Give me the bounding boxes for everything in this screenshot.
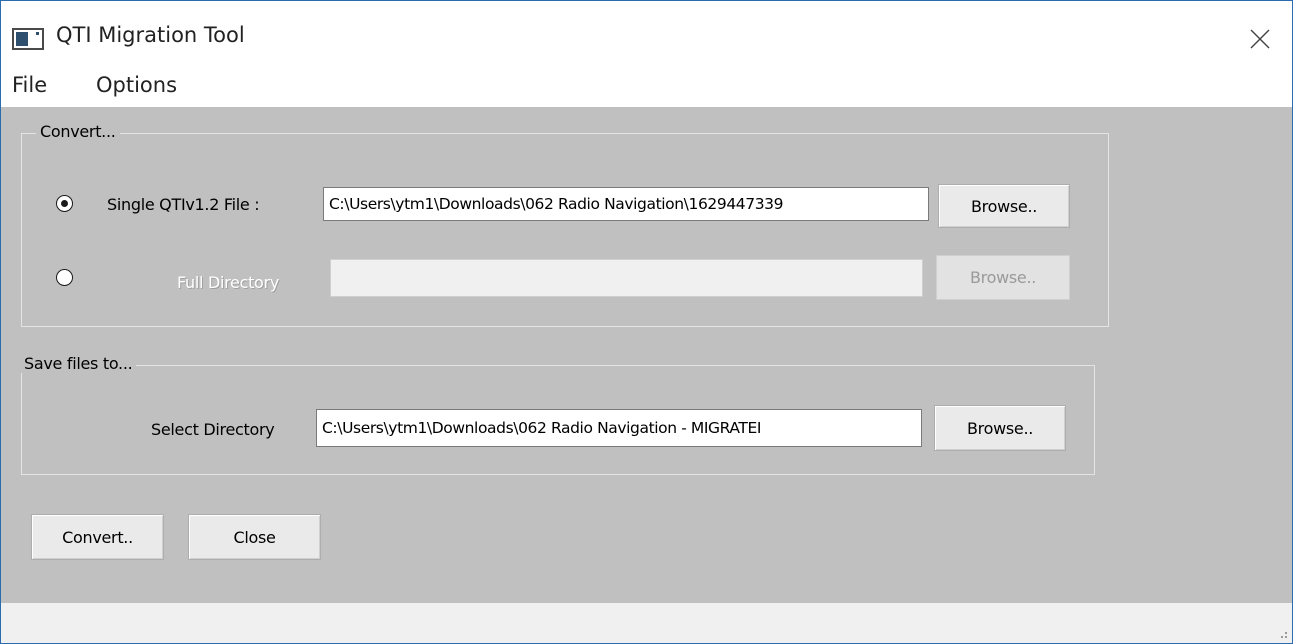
client-area: Convert... Single QTIv1.2 File : Browse.… bbox=[1, 107, 1292, 603]
full-directory-path-input[interactable] bbox=[330, 259, 923, 297]
main-window: QTI Migration Tool File Options Convert.… bbox=[0, 0, 1293, 644]
save-directory-browse-button[interactable]: Browse.. bbox=[934, 405, 1066, 451]
full-directory-browse-button[interactable]: Browse.. bbox=[936, 255, 1070, 300]
convert-group-legend: Convert... bbox=[36, 122, 120, 141]
close-icon bbox=[1250, 29, 1270, 49]
menu-file[interactable]: File bbox=[12, 73, 47, 97]
single-file-browse-button[interactable]: Browse.. bbox=[938, 184, 1070, 228]
full-directory-label: Full Directory bbox=[177, 273, 279, 292]
close-window-button[interactable] bbox=[1228, 11, 1292, 67]
full-directory-radio[interactable] bbox=[56, 269, 73, 286]
save-group-legend: Save files to... bbox=[20, 354, 137, 373]
window-title: QTI Migration Tool bbox=[56, 23, 245, 47]
save-directory-path-input[interactable] bbox=[316, 409, 922, 447]
resize-grip-icon[interactable] bbox=[1278, 629, 1288, 639]
menu-bar: File Options bbox=[1, 67, 1292, 107]
single-file-path-input[interactable] bbox=[323, 187, 929, 221]
app-window-icon bbox=[12, 28, 44, 50]
status-bar bbox=[1, 603, 1292, 643]
menu-options[interactable]: Options bbox=[96, 73, 177, 97]
convert-button[interactable]: Convert.. bbox=[31, 514, 164, 560]
single-file-radio[interactable] bbox=[56, 195, 73, 212]
close-button[interactable]: Close bbox=[188, 514, 321, 560]
select-directory-label: Select Directory bbox=[151, 420, 275, 439]
title-bar[interactable]: QTI Migration Tool bbox=[1, 1, 1292, 67]
single-file-label: Single QTIv1.2 File : bbox=[107, 195, 260, 214]
